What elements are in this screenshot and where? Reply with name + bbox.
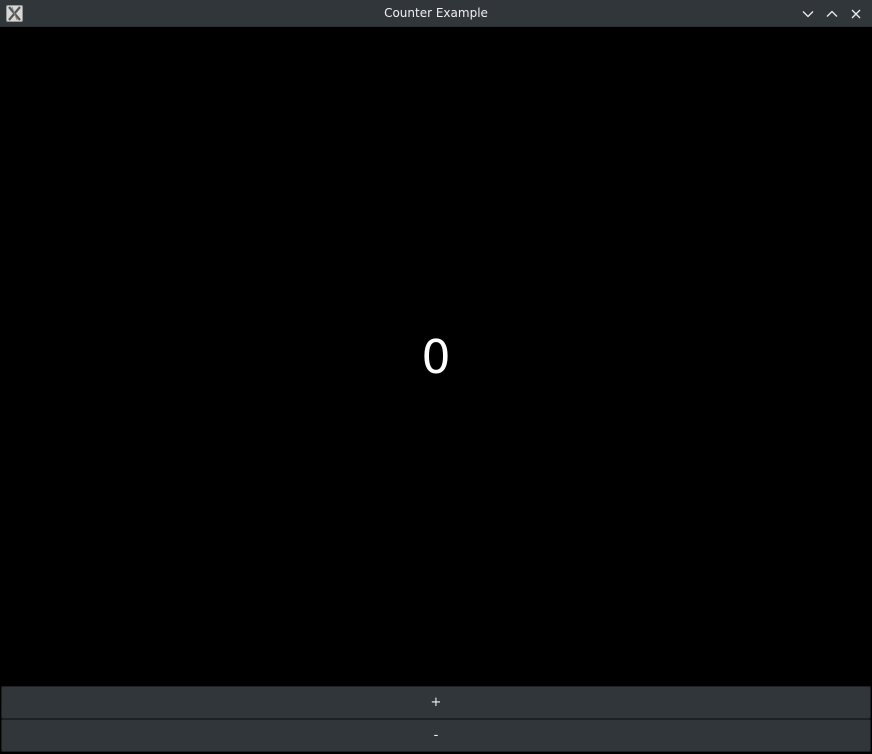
counter-value: 0 [421,330,451,384]
close-button[interactable] [844,2,868,26]
chevron-down-icon [802,8,814,20]
title-bar[interactable]: Counter Example [0,0,872,27]
minimize-button[interactable] [796,2,820,26]
maximize-button[interactable] [820,2,844,26]
chevron-up-icon [826,8,838,20]
close-icon [850,8,862,20]
app-window: Counter Example 0 + - [0,0,872,754]
window-title: Counter Example [384,6,488,20]
decrement-button[interactable]: - [1,719,871,752]
increment-button[interactable]: + [1,686,871,719]
window-controls [796,0,868,27]
counter-display-area: 0 [1,27,871,685]
